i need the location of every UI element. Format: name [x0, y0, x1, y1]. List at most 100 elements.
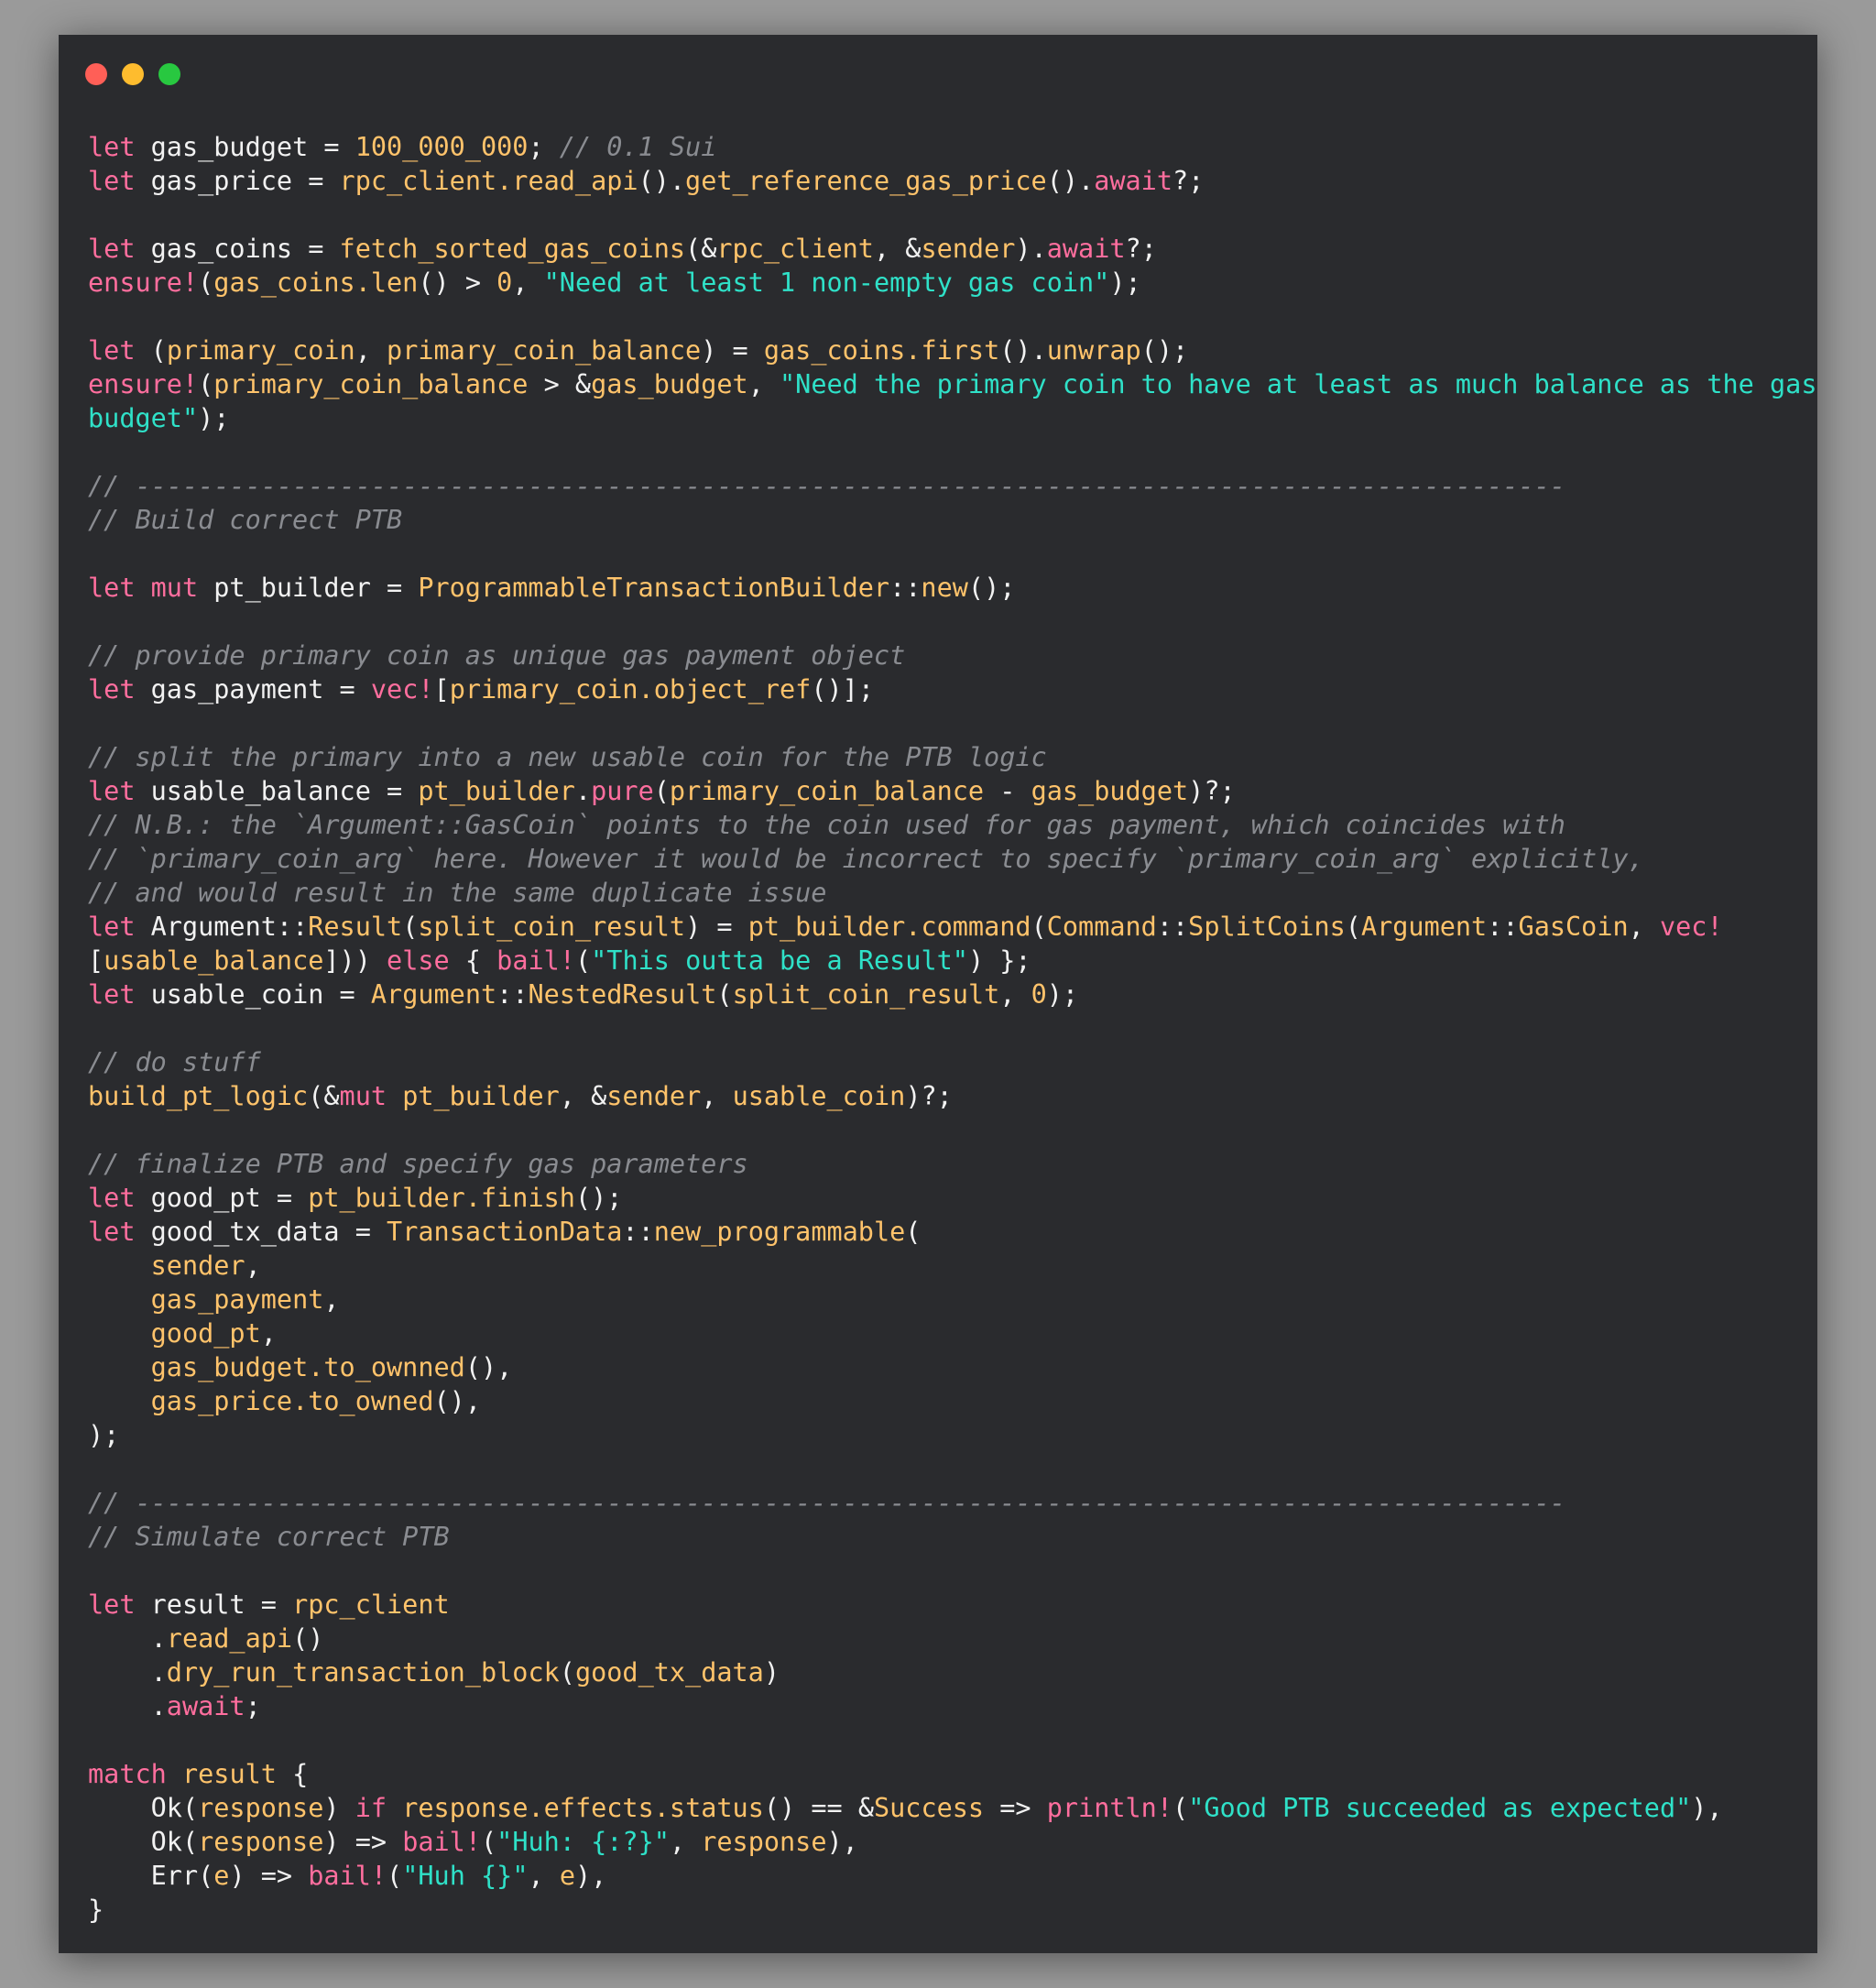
code-token: response [701, 1827, 827, 1857]
code-token: 0 [496, 268, 513, 298]
code-token: Argument [370, 979, 497, 1010]
code-token: ( [716, 979, 733, 1010]
code-token: Argument [1360, 912, 1488, 942]
code-line: // N.B.: the `Argument::GasCoin` points … [88, 808, 1801, 842]
code-token: (); [1140, 335, 1189, 366]
code-token: gas_budget [591, 369, 748, 399]
code-token: ( [387, 1861, 403, 1891]
code-token: mut [339, 1081, 387, 1111]
code-line: gas_budget.to_ownned(), [88, 1350, 1801, 1384]
code-token: > & [528, 369, 592, 399]
code-line: // -------------------------------------… [88, 1486, 1801, 1520]
code-token: ( [559, 1657, 575, 1688]
code-token: let [88, 166, 136, 196]
minimize-button[interactable] [122, 63, 144, 85]
code-token: , [354, 335, 387, 366]
code-token: :: [496, 979, 529, 1010]
code-token: usable_balance [104, 945, 324, 976]
code-token: new_programmable [653, 1217, 906, 1247]
code-token: // N.B.: the `Argument::GasCoin` points … [88, 810, 1565, 840]
code-line: // `primary_coin_arg` here. However it w… [88, 842, 1801, 876]
code-token: bail! [496, 945, 575, 976]
code-token: , [512, 268, 544, 298]
code-token: ()]; [811, 674, 874, 705]
code-token: )?; [1188, 776, 1236, 806]
code-token: ); [198, 403, 230, 433]
code-token: )?; [905, 1081, 953, 1111]
code-token: (). [999, 335, 1047, 366]
code-line: build_pt_logic(&mut pt_builder, &sender,… [88, 1079, 1801, 1113]
code-token: println! [1046, 1793, 1173, 1823]
code-token: gas_price = [135, 166, 340, 196]
code-token: gas_coins = [135, 234, 340, 264]
code-token: (& [685, 234, 717, 264]
code-token: . [88, 1657, 167, 1688]
code-line: Err(e) => bail!("Huh {}", e), [88, 1859, 1801, 1893]
code-line: // finalize PTB and specify gas paramete… [88, 1147, 1801, 1181]
code-token: let [88, 1183, 136, 1213]
code-token: ) [323, 1793, 355, 1823]
code-token: read_api [166, 1623, 293, 1654]
code-token: . [88, 1623, 167, 1654]
code-line: let mut pt_builder = ProgrammableTransac… [88, 571, 1801, 605]
code-token: pt_builder.command [747, 912, 1031, 942]
code-token: (& [308, 1081, 340, 1111]
code-token: // split the primary into a new usable c… [88, 742, 1047, 772]
code-token: ( [480, 1827, 497, 1857]
code-token: Result [308, 912, 403, 942]
code-token: // provide primary coin as unique gas pa… [88, 640, 906, 671]
code-token: ); [88, 1420, 120, 1450]
code-token: // `primary_coin_arg` here. However it w… [88, 844, 1644, 874]
code-token: { [276, 1759, 309, 1789]
code-token: primary_coin_balance [669, 776, 985, 806]
code-token: response [198, 1827, 324, 1857]
code-token: // -------------------------------------… [88, 1488, 1565, 1518]
code-token: // -------------------------------------… [88, 471, 1565, 501]
code-line: // and would result in the same duplicat… [88, 876, 1801, 910]
code-line: let good_tx_data = TransactionData::new_… [88, 1215, 1801, 1249]
code-token: ?; [1125, 234, 1157, 264]
code-line: let usable_coin = Argument::NestedResult… [88, 978, 1801, 1011]
code-token: pt_builder.finish [308, 1183, 575, 1213]
code-token: gas_payment [150, 1284, 324, 1315]
code-token: Err( [88, 1861, 214, 1891]
code-token: sender [921, 234, 1016, 264]
code-token: let [88, 132, 136, 162]
code-token: } [88, 1895, 104, 1925]
code-line: // provide primary coin as unique gas pa… [88, 639, 1801, 672]
maximize-button[interactable] [158, 63, 180, 85]
code-token: // 0.1 Sui [559, 132, 717, 162]
code-token: [ [88, 945, 104, 976]
code-token: usable_balance = [135, 776, 419, 806]
code-line: let result = rpc_client [88, 1588, 1801, 1622]
code-token: let [88, 1217, 136, 1247]
code-token: Ok( [88, 1827, 199, 1857]
code-token: let [88, 335, 136, 366]
code-token: :: [1156, 912, 1189, 942]
code-token: good_tx_data [574, 1657, 764, 1688]
code-token: ), [826, 1827, 858, 1857]
code-token: gas_budget.to_ownned [150, 1352, 465, 1382]
close-button[interactable] [85, 63, 107, 85]
code-line: .read_api() [88, 1622, 1801, 1655]
code-token: pt_builder [402, 1081, 560, 1111]
code-token: 0 [1031, 979, 1047, 1010]
code-token: (); [574, 1183, 623, 1213]
code-token: ensure! [88, 369, 199, 399]
code-token: ( [198, 268, 214, 298]
code-token: 100_000_000 [354, 132, 529, 162]
code-token: good_pt [150, 1318, 261, 1349]
code-line: gas_price.to_owned(), [88, 1384, 1801, 1418]
code-line: .dry_run_transaction_block(good_tx_data) [88, 1655, 1801, 1689]
code-token: dry_run_transaction_block [166, 1657, 560, 1688]
code-line: let gas_coins = fetch_sorted_gas_coins(&… [88, 232, 1801, 266]
code-token: result = [135, 1589, 293, 1620]
code-token: usable_coin [732, 1081, 906, 1111]
code-token: // and would result in the same duplicat… [88, 878, 827, 908]
code-token: e [559, 1861, 575, 1891]
